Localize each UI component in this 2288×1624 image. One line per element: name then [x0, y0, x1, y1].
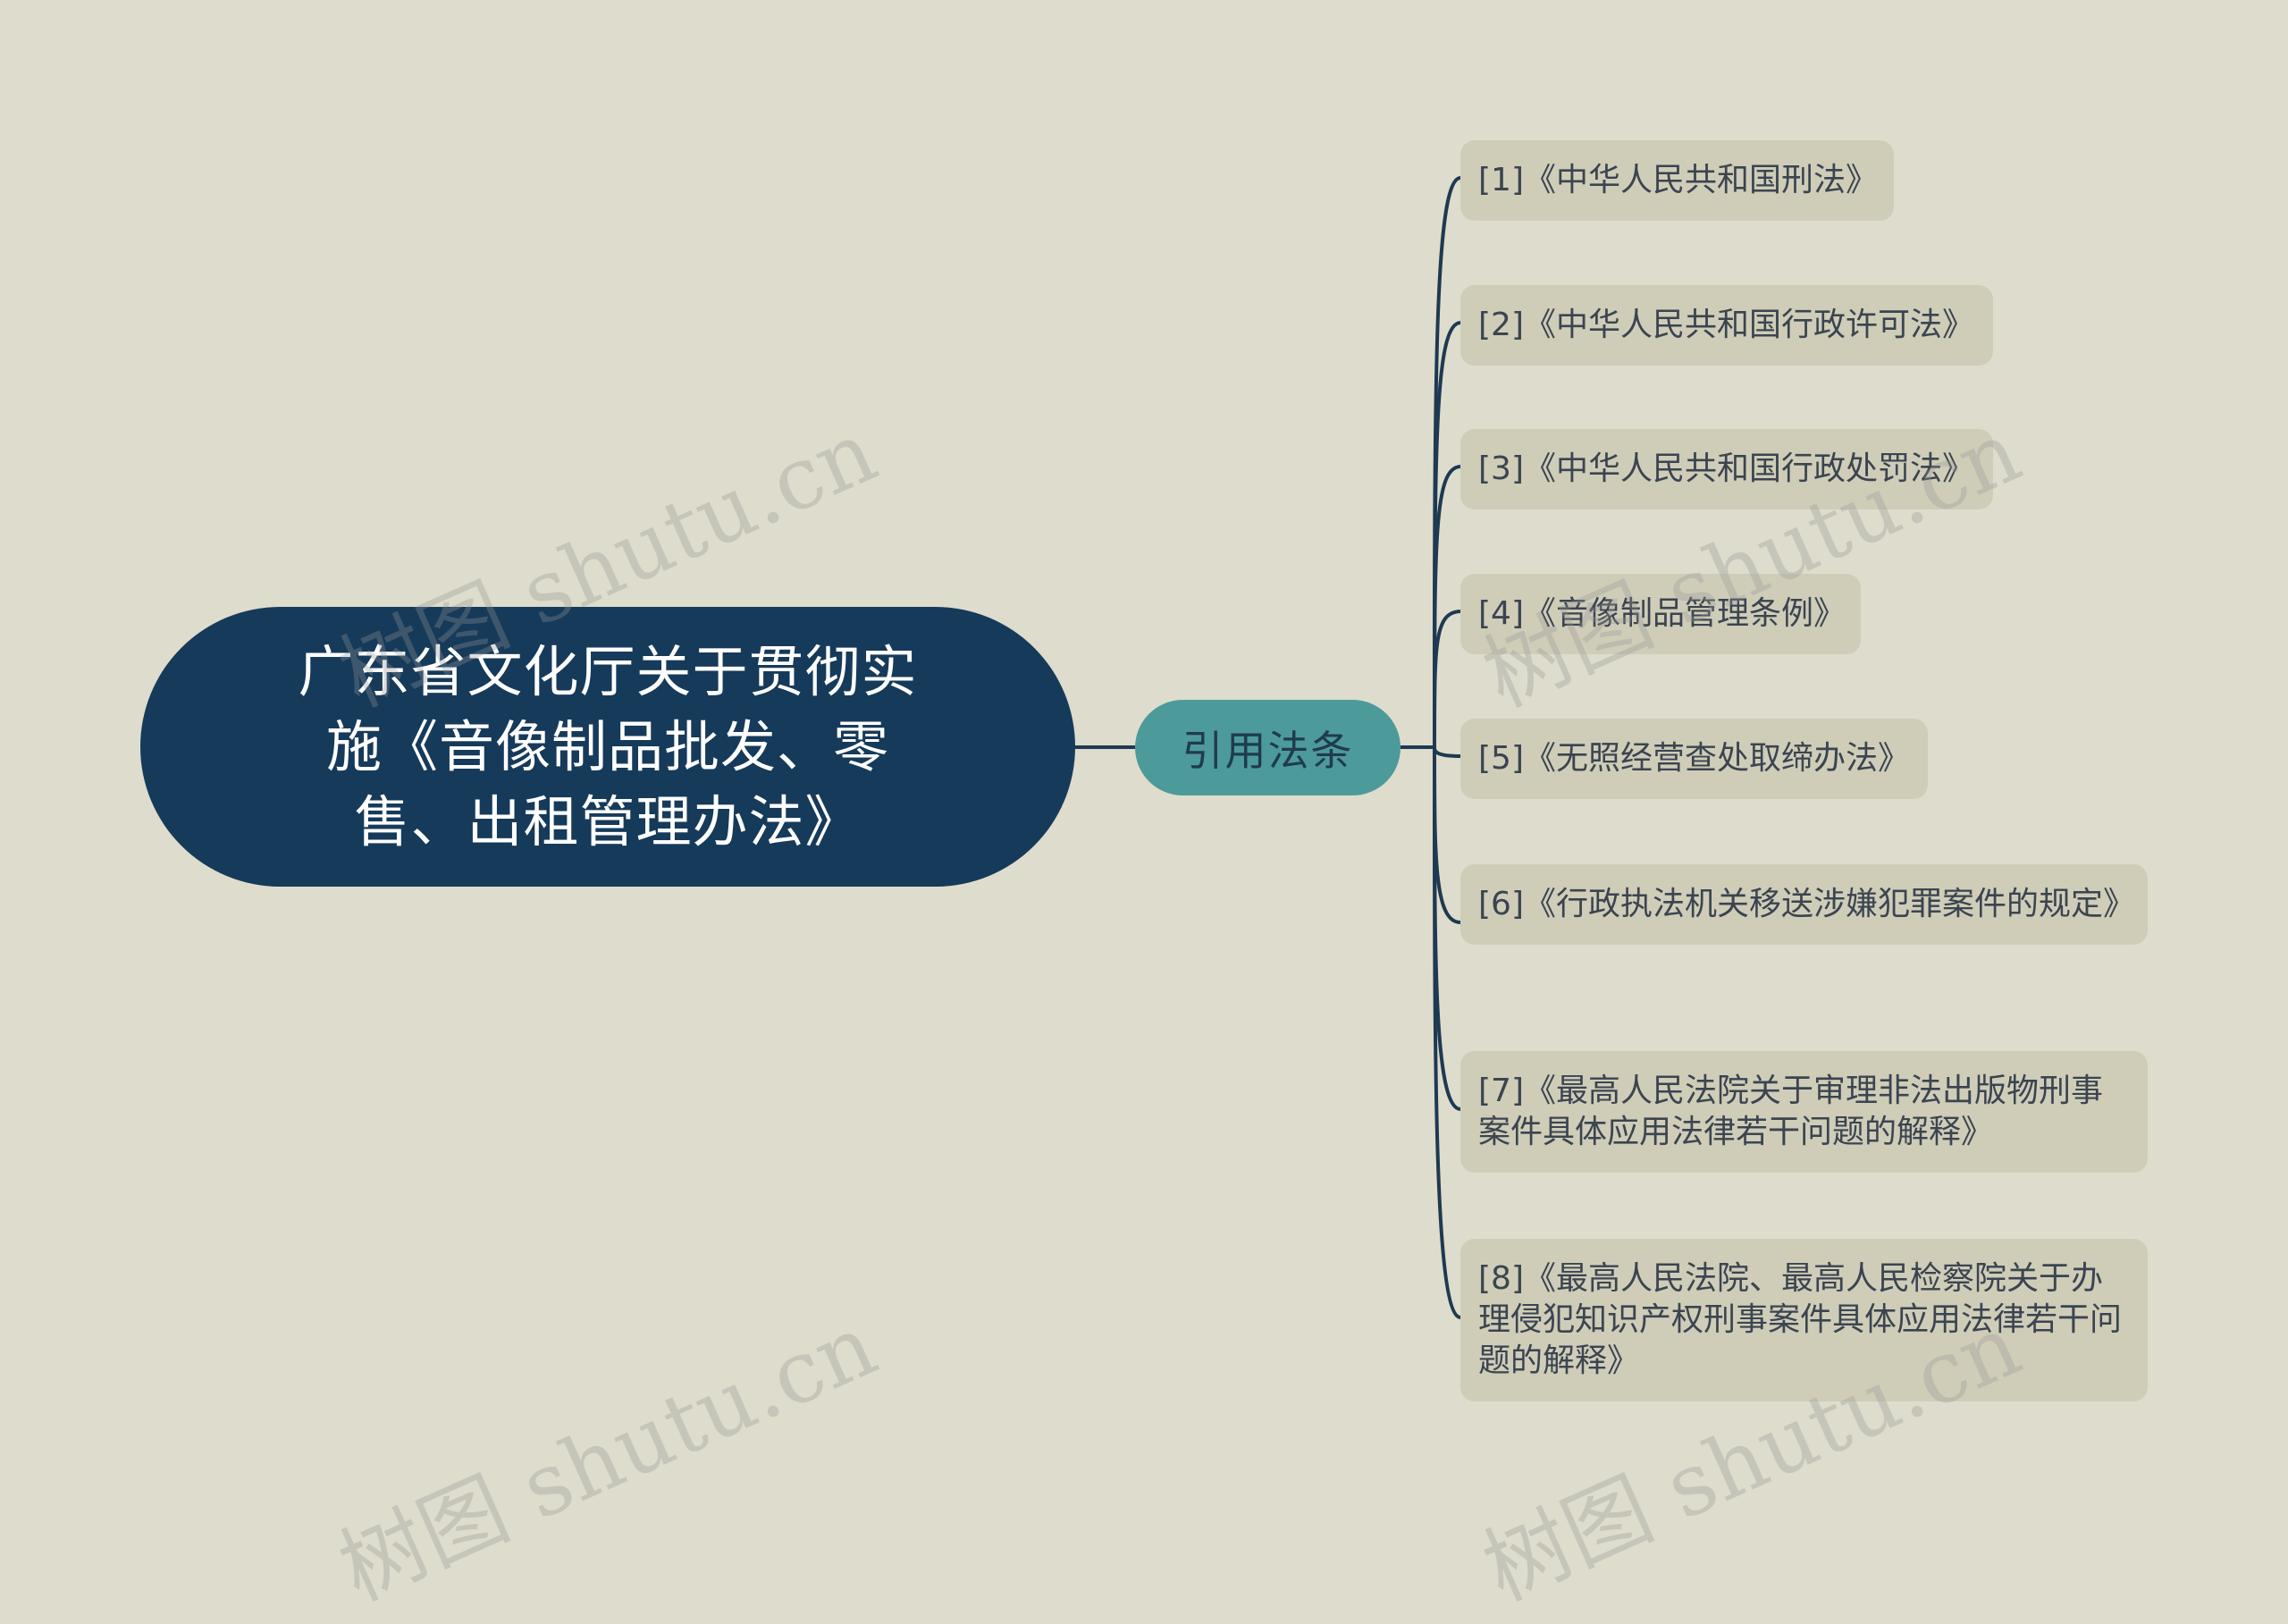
leaf-node-8[interactable]: [8]《最高人民法院、最高人民检察院关于办理侵犯知识产权刑事案件具体应用法律若干…: [1460, 1239, 2148, 1401]
branch-node-cited-laws[interactable]: 引用法条: [1135, 700, 1401, 795]
branch-label: 引用法条: [1182, 726, 1354, 775]
leaf-node-2[interactable]: [2]《中华人民共和国行政许可法》: [1460, 285, 1993, 366]
leaf-node-1[interactable]: [1]《中华人民共和国刑法》: [1460, 140, 1894, 221]
leaf-node-5[interactable]: [5]《无照经营查处取缔办法》: [1460, 719, 1928, 799]
leaf-connector-1: [1433, 176, 1461, 748]
leaf-connector-7: [1433, 746, 1461, 1111]
leaf-connector-6: [1433, 746, 1461, 924]
leaf-node-6[interactable]: [6]《行政执法机关移送涉嫌犯罪案件的规定》: [1460, 864, 2148, 945]
root-title: 广东省文化厅关于贯彻实施《音像制品批发、零售、出租管理办法》: [298, 638, 918, 854]
leaf-connector-4: [1433, 610, 1461, 748]
leaf-connector-5: [1433, 746, 1461, 758]
leaf-node-4[interactable]: [4]《音像制品管理条例》: [1460, 574, 1861, 654]
leaf-node-3[interactable]: [3]《中华人民共和国行政处罚法》: [1460, 429, 1993, 509]
leaf-node-7[interactable]: [7]《最高人民法院关于审理非法出版物刑事案件具体应用法律若干问题的解释》: [1460, 1051, 2148, 1173]
root-node[interactable]: 广东省文化厅关于贯彻实施《音像制品批发、零售、出租管理办法》: [140, 607, 1075, 887]
leaf-connector-3: [1433, 465, 1461, 748]
